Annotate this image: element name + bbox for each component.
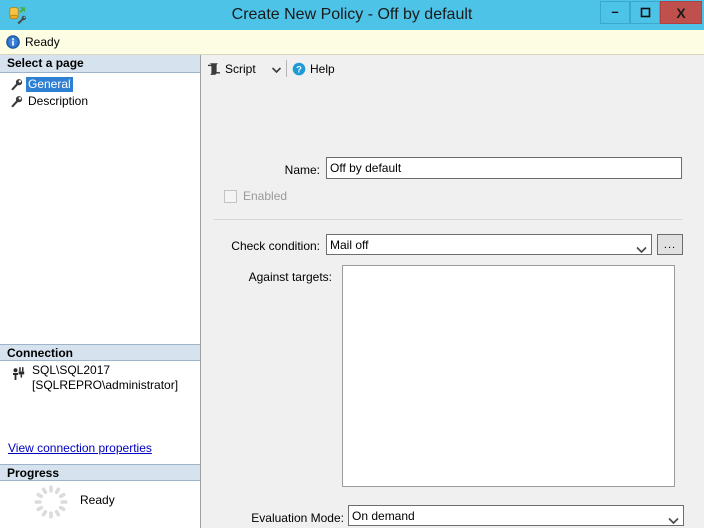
wrench-icon: [8, 78, 23, 92]
close-button[interactable]: X: [660, 1, 702, 24]
maximize-icon: [631, 2, 659, 23]
check-condition-value: Mail off: [330, 237, 369, 252]
sidebar-item-general-label: General: [26, 77, 73, 92]
spinner-icon: [32, 483, 70, 521]
check-condition-select[interactable]: Mail off: [326, 234, 652, 255]
right-pane: Script ? Help Name: Off by default Enabl…: [202, 55, 704, 528]
against-targets-label: Against targets:: [248, 270, 332, 284]
help-button[interactable]: ? Help: [292, 58, 335, 79]
close-icon: X: [676, 4, 686, 21]
connection-info: SQL\SQL2017 [SQLREPRO\administrator]: [32, 363, 178, 393]
sidebar-item-description-label: Description: [28, 94, 89, 108]
maximize-button[interactable]: [630, 1, 660, 24]
chevron-down-icon: [668, 513, 679, 524]
evaluation-mode-label: Evaluation Mode:: [251, 511, 344, 525]
check-condition-browse-button[interactable]: ...: [657, 234, 683, 255]
script-icon: [207, 62, 221, 76]
sidebar-item-description[interactable]: Description: [8, 94, 90, 109]
separator-1: [214, 219, 682, 220]
checkbox-box-icon: [224, 189, 237, 203]
svg-text:?: ?: [296, 64, 302, 75]
info-bar-text: Ready: [25, 35, 60, 49]
help-question-icon: ?: [292, 62, 306, 76]
progress-status-text: Ready: [80, 493, 115, 507]
script-button-label: Script: [225, 61, 256, 76]
chevron-down-icon: [271, 62, 281, 76]
sidebar-item-general[interactable]: General: [8, 77, 73, 92]
script-dropdown-button[interactable]: [269, 58, 283, 79]
enabled-label: Enabled: [243, 189, 288, 203]
server-connection-icon: [10, 366, 26, 382]
window-title: Create New Policy - Off by default: [231, 6, 473, 23]
minimize-button[interactable]: –: [600, 1, 630, 24]
script-button[interactable]: Script: [207, 58, 256, 79]
title-bar: Create New Policy - Off by default – X: [0, 0, 704, 30]
status-info-bar: Ready: [0, 30, 704, 55]
name-input[interactable]: Off by default: [326, 157, 682, 179]
toolbar-separator: [286, 60, 287, 77]
name-label: Name:: [284, 163, 320, 177]
create-new-policy-dialog: Create New Policy - Off by default – X R…: [0, 0, 704, 528]
connection-user: [SQLREPRO\administrator]: [32, 378, 179, 392]
evaluation-mode-value: On demand: [352, 508, 415, 523]
connection-header: Connection: [0, 344, 200, 361]
progress-header: Progress: [0, 464, 200, 481]
help-button-label: Help: [310, 61, 335, 76]
select-a-page-header: Select a page: [0, 55, 200, 73]
toolbar: Script ? Help: [202, 55, 704, 82]
enabled-checkbox[interactable]: Enabled: [224, 189, 287, 203]
evaluation-mode-select[interactable]: On demand: [348, 505, 684, 526]
left-panel: Select a page General Description Connec…: [0, 55, 201, 528]
chevron-down-icon: [636, 242, 647, 253]
connection-server: SQL\SQL2017: [32, 363, 111, 377]
check-condition-label: Check condition:: [231, 239, 320, 253]
minimize-icon: –: [611, 4, 619, 19]
view-connection-properties-link[interactable]: View connection properties: [8, 441, 152, 455]
against-targets-listbox[interactable]: [342, 265, 675, 487]
info-icon: [6, 35, 20, 49]
wrench-icon: [8, 95, 23, 109]
